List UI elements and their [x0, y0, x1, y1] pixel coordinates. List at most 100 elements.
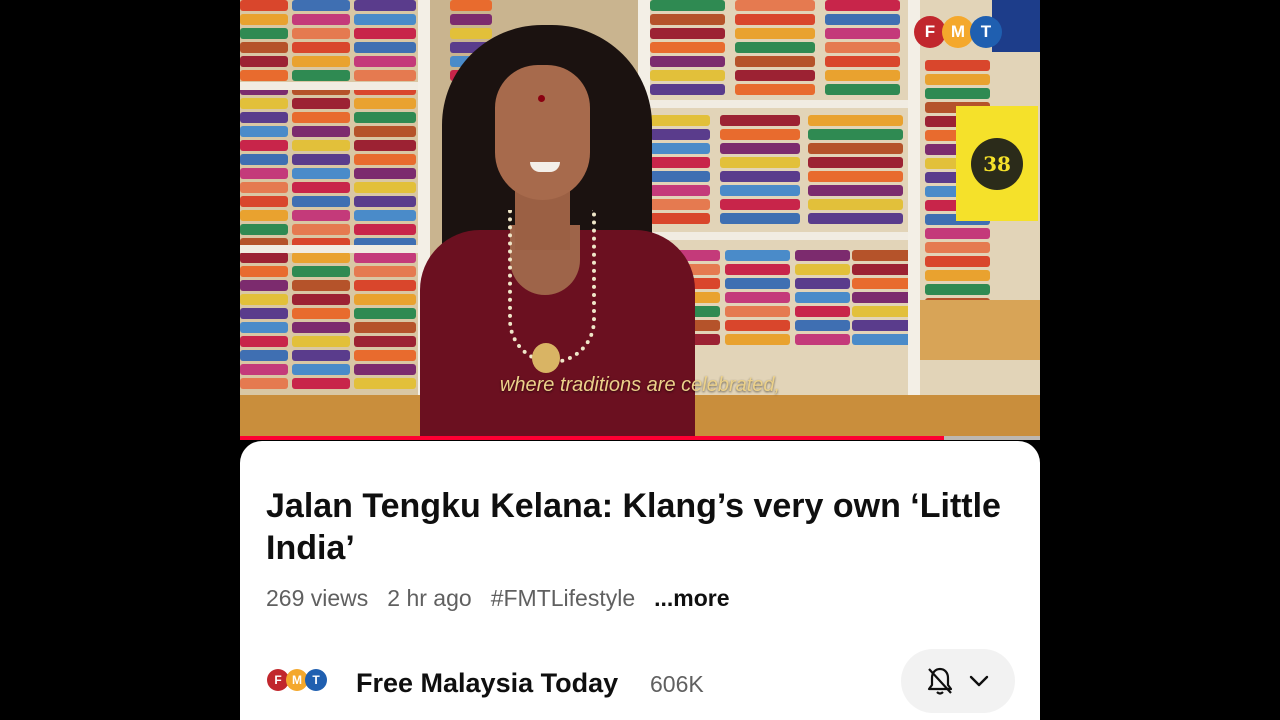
fabric-bolt [354, 308, 416, 319]
video-player[interactable]: 38 F M T where traditions are celebrated… [240, 0, 1040, 440]
fabric-bolt [292, 224, 350, 235]
fabric-bolt [725, 264, 790, 275]
fabric-bolt [354, 350, 416, 361]
fabric-bolt [292, 308, 350, 319]
fabric-bolt [354, 98, 416, 109]
app-screen: 38 F M T where traditions are celebrated… [240, 0, 1040, 720]
fabric-bolt [354, 126, 416, 137]
fabric-bolt [240, 42, 288, 53]
fabric-bolt [735, 56, 815, 67]
fabric-bolt [354, 252, 416, 263]
video-title[interactable]: Jalan Tengku Kelana: Klang’s very own ‘L… [266, 485, 1006, 569]
fabric-stack [725, 250, 790, 345]
fabric-bolt [354, 336, 416, 347]
fabric-bolt [795, 334, 850, 345]
fabric-bolt [354, 112, 416, 123]
fabric-bolt [240, 224, 288, 235]
fabric-bolt [354, 294, 416, 305]
more-button[interactable]: ...more [654, 585, 729, 612]
fabric-bolt [795, 292, 850, 303]
bell-off-icon [927, 667, 953, 695]
fabric-bolt [240, 126, 288, 137]
shop-counter-side [920, 300, 1040, 360]
fabric-stack [720, 115, 800, 224]
fabric-stack [808, 115, 903, 224]
fabric-bolt [354, 56, 416, 67]
fabric-bolt [735, 70, 815, 81]
fabric-bolt [795, 278, 850, 289]
fabric-bolt [240, 196, 288, 207]
fabric-bolt [808, 115, 903, 126]
fabric-stack [852, 250, 912, 345]
fabric-bolt [292, 196, 350, 207]
fabric-bolt [292, 70, 350, 81]
presenter-face [495, 65, 590, 200]
fabric-bolt [852, 264, 912, 275]
video-progress-bar[interactable] [240, 436, 1040, 440]
hashtag-link[interactable]: #FMTLifestyle [491, 585, 635, 612]
fabric-bolt [725, 250, 790, 261]
fabric-bolt [292, 336, 350, 347]
fabric-bolt [240, 336, 288, 347]
fabric-bolt [240, 266, 288, 277]
fabric-bolt [240, 14, 288, 25]
video-metadata[interactable]: 269 views 2 hr ago #FMTLifestyle ...more [266, 585, 730, 612]
fabric-bolt [354, 224, 416, 235]
fabric-bolt [354, 210, 416, 221]
fabric-bolt [240, 70, 288, 81]
channel-name[interactable]: Free Malaysia Today [356, 668, 618, 699]
fabric-bolt [852, 306, 912, 317]
fabric-bolt [354, 154, 416, 165]
fabric-bolt [354, 14, 416, 25]
fabric-bolt [925, 228, 990, 239]
fabric-bolt [808, 129, 903, 140]
fabric-bolt [825, 70, 900, 81]
fabric-bolt [240, 252, 288, 263]
fabric-bolt [292, 350, 350, 361]
fabric-bolt [720, 143, 800, 154]
presenter-pendant [532, 343, 560, 373]
fabric-bolt [240, 182, 288, 193]
fabric-bolt [852, 292, 912, 303]
fabric-bolt [240, 154, 288, 165]
fabric-bolt [852, 334, 912, 345]
fabric-bolt [240, 294, 288, 305]
fabric-bolt [292, 280, 350, 291]
fabric-bolt [795, 306, 850, 317]
fabric-bolt [720, 185, 800, 196]
channel-avatar[interactable]: F M T [267, 669, 327, 691]
fabric-bolt [292, 168, 350, 179]
fabric-bolt [354, 280, 416, 291]
fabric-bolt [720, 115, 800, 126]
fabric-bolt [808, 213, 903, 224]
presenter-necklace [508, 210, 596, 364]
upload-age: 2 hr ago [387, 585, 472, 611]
fabric-bolt [240, 56, 288, 67]
fabric-bolt [240, 98, 288, 109]
fabric-bolt [808, 199, 903, 210]
fabric-bolt [720, 199, 800, 210]
fabric-bolt [354, 196, 416, 207]
fabric-bolt [292, 182, 350, 193]
fabric-bolt [354, 322, 416, 333]
fabric-stack [354, 0, 416, 389]
fabric-bolt [292, 252, 350, 263]
fabric-bolt [292, 56, 350, 67]
notification-settings-button[interactable] [901, 649, 1015, 713]
fabric-bolt [925, 242, 990, 253]
fabric-bolt [240, 210, 288, 221]
fabric-bolt [650, 0, 725, 11]
fabric-bolt [354, 28, 416, 39]
fabric-bolt [240, 168, 288, 179]
fabric-bolt [292, 294, 350, 305]
fabric-bolt [808, 171, 903, 182]
fabric-bolt [292, 322, 350, 333]
shop-sign-emblem: 38 [971, 137, 1023, 190]
fabric-bolt [725, 334, 790, 345]
fabric-bolt [735, 14, 815, 25]
fabric-bolt [795, 264, 850, 275]
fabric-bolt [354, 42, 416, 53]
fabric-bolt [825, 84, 900, 95]
fabric-bolt [240, 350, 288, 361]
channel-row[interactable]: F M T Free Malaysia Today 606K [267, 649, 1015, 713]
